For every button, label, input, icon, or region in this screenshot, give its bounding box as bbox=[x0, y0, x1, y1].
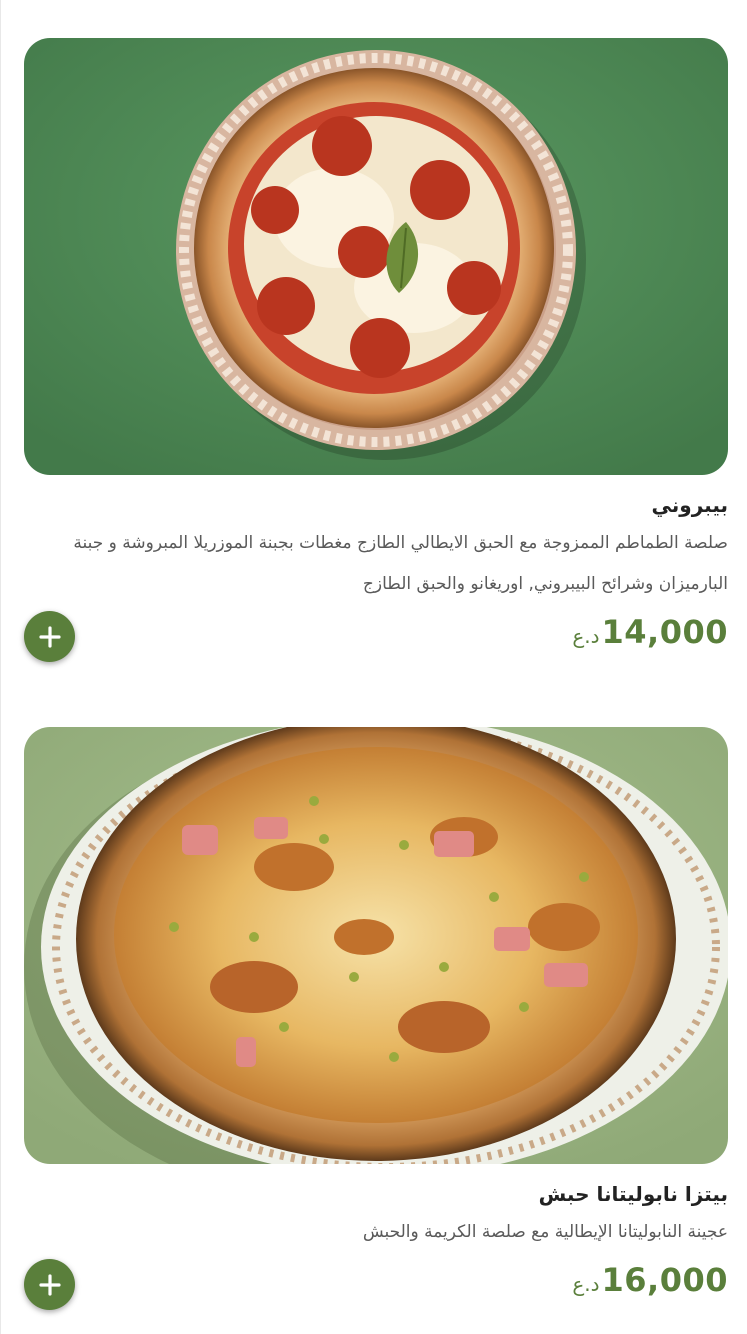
product-card[interactable]: بيبروني صلصة الطماطم الممزوجة مع الحبق ا… bbox=[24, 38, 728, 667]
description-line: عجينة النابوليتانا الإيطالية مع صلصة الك… bbox=[362, 1222, 728, 1242]
price-amount: 16,000 bbox=[601, 1261, 728, 1299]
product-image[interactable] bbox=[24, 727, 728, 1164]
add-to-cart-button[interactable] bbox=[24, 611, 75, 662]
currency-label: د.ع bbox=[572, 1272, 600, 1296]
product-description: صلصة الطماطم الممزوجة مع الحبق الايطالي … bbox=[24, 523, 728, 605]
product-name: بيتزا نابوليتانا حبش bbox=[538, 1182, 728, 1206]
product-price: د.ع 14,000 bbox=[572, 613, 728, 651]
product-name: بيبروني bbox=[651, 493, 728, 517]
price-row: د.ع 16,000 bbox=[24, 1259, 728, 1315]
plus-icon bbox=[38, 625, 61, 648]
napoletana-turkey-pizza-image bbox=[24, 727, 728, 1164]
product-description: عجينة النابوليتانا الإيطالية مع صلصة الك… bbox=[24, 1212, 728, 1253]
pepperoni-pizza-image bbox=[24, 38, 728, 475]
product-image[interactable] bbox=[24, 38, 728, 475]
description-line: البارميزان وشرائح البيبروني, اوريغانو وا… bbox=[362, 574, 728, 594]
add-to-cart-button[interactable] bbox=[24, 1259, 75, 1310]
product-price: د.ع 16,000 bbox=[572, 1261, 728, 1299]
price-amount: 14,000 bbox=[601, 613, 728, 651]
currency-label: د.ع bbox=[572, 624, 600, 648]
plus-icon bbox=[38, 1273, 61, 1296]
price-row: د.ع 14,000 bbox=[24, 611, 728, 667]
product-card[interactable]: بيتزا نابوليتانا حبش عجينة النابوليتانا … bbox=[24, 727, 728, 1315]
description-line: صلصة الطماطم الممزوجة مع الحبق الايطالي … bbox=[73, 533, 728, 553]
